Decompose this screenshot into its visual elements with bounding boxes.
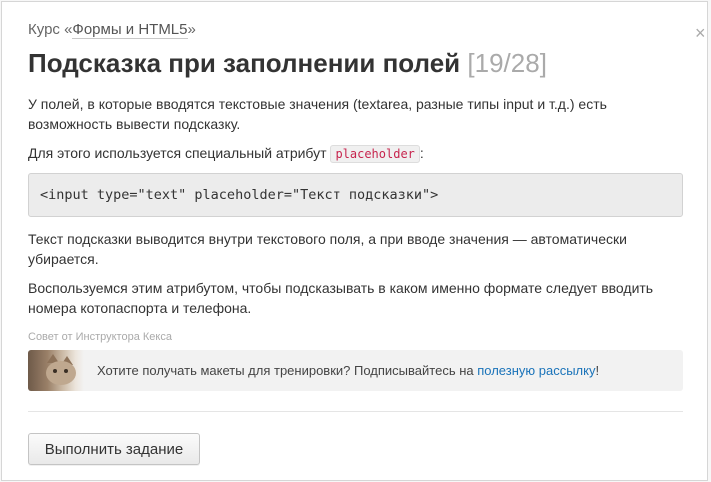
course-link[interactable]: Формы и HTML5 (72, 21, 188, 39)
footer-divider (28, 411, 683, 412)
task-dialog: Курс «Формы и HTML5» × Подсказка при зап… (1, 1, 708, 481)
course-suffix: » (187, 21, 196, 38)
tip-text: Хотите получать макеты для тренировки? П… (97, 350, 599, 391)
paragraph-attribute-text: Для этого используется специальный атриб… (28, 145, 331, 161)
close-icon[interactable]: × (695, 24, 706, 42)
paragraph-intro: У полей, в которые вводятся текстовые зн… (28, 96, 607, 132)
submit-task-button[interactable]: Выполнить задание (28, 433, 200, 465)
paragraph-attribute-colon: : (419, 145, 424, 161)
paragraph-usage: Воспользуемся этим атрибутом, чтобы подс… (28, 280, 654, 316)
code-example: <input type="text" placeholder="Текст по… (28, 173, 683, 217)
tip-label: Совет от Инструктора Кекса (28, 331, 172, 343)
course-breadcrumb: Курс «Формы и HTML5» (28, 21, 196, 39)
title-text: Подсказка при заполнении полей (28, 48, 461, 78)
page-title: Подсказка при заполнении полей [19/28] (28, 46, 547, 80)
inline-code-placeholder: placeholder (330, 145, 420, 163)
cat-avatar-icon (28, 350, 84, 391)
tip-box: Хотите получать макеты для тренировки? П… (28, 350, 683, 391)
paragraph-behavior: Текст подсказки выводится внутри текстов… (28, 231, 627, 267)
paragraph-attribute: Для этого используется специальный атриб… (28, 143, 668, 164)
course-prefix: Курс « (28, 21, 73, 38)
tip-text-after: ! (595, 363, 600, 378)
step-counter: [19/28] (467, 48, 547, 78)
tip-text-before: Хотите получать макеты для тренировки? П… (97, 363, 478, 378)
newsletter-link[interactable]: полезную рассылку (477, 363, 595, 378)
